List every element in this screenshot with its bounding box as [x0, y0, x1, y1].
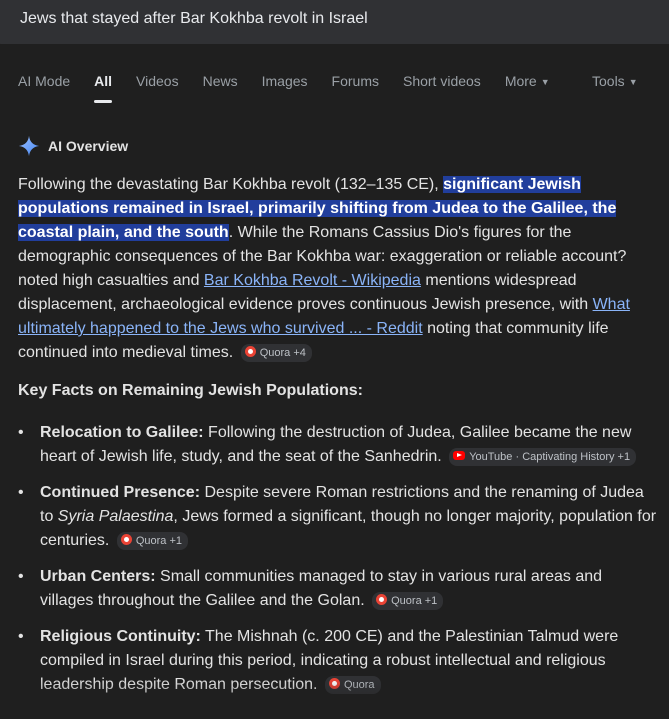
list-item: Relocation to Galilee: Following the des…: [18, 421, 658, 469]
source-chip-label: YouTube · Captivating History +1: [469, 451, 631, 463]
tab-more[interactable]: More ▼: [505, 73, 550, 103]
search-query[interactable]: Jews that stayed after Bar Kokhba revolt…: [20, 10, 368, 28]
key-facts-list: Relocation to Galilee: Following the des…: [18, 421, 658, 709]
source-chip-label: Quora +1: [135, 535, 182, 547]
tab-images[interactable]: Images: [262, 73, 308, 103]
wikipedia-link[interactable]: Bar Kokhba Revolt - Wikipedia: [204, 272, 421, 289]
quora-icon: [120, 534, 132, 545]
fact-heading: Continued Presence:: [40, 484, 201, 501]
ai-overview-summary: Following the devastating Bar Kokhba rev…: [18, 173, 658, 365]
quora-icon: [244, 346, 256, 357]
source-chip[interactable]: Quora +1: [116, 532, 188, 550]
tools-button[interactable]: Tools ▼: [592, 73, 638, 89]
tools-label: Tools: [592, 73, 625, 89]
chevron-down-icon: ▼: [628, 77, 638, 88]
youtube-icon: [453, 451, 466, 460]
source-chip[interactable]: Quora +4: [240, 344, 312, 362]
ai-overview-label: AI Overview: [48, 138, 129, 154]
fact-italic: Syria Palaestina: [57, 508, 174, 525]
list-item: Continued Presence: Despite severe Roman…: [18, 481, 658, 553]
tab-news[interactable]: News: [203, 73, 238, 103]
ai-overview-header: AI Overview: [18, 135, 128, 157]
source-chip[interactable]: Quora +1: [372, 592, 444, 610]
chevron-down-icon: ▼: [540, 77, 550, 88]
source-chip-label: Quora +4: [259, 347, 306, 359]
quora-icon: [328, 678, 340, 689]
tab-forums[interactable]: Forums: [332, 73, 379, 103]
quora-icon: [376, 594, 388, 605]
source-chip-label: Quora: [343, 679, 375, 691]
tab-all[interactable]: All: [94, 73, 112, 103]
list-item: Urban Centers: Small communities managed…: [18, 565, 658, 613]
source-chip[interactable]: Quora: [324, 676, 381, 694]
fact-heading: Urban Centers:: [40, 568, 156, 585]
tab-videos[interactable]: Videos: [136, 73, 179, 103]
search-tabs: AI Mode All Videos News Images Forums Sh…: [18, 73, 574, 103]
source-chip[interactable]: YouTube · Captivating History +1: [449, 448, 637, 466]
list-item: Religious Continuity: The Mishnah (c. 20…: [18, 625, 658, 697]
fact-heading: Relocation to Galilee:: [40, 424, 204, 441]
tab-ai-mode[interactable]: AI Mode: [18, 73, 70, 103]
gemini-sparkle-icon: [18, 135, 40, 157]
fact-heading: Religious Continuity:: [40, 628, 201, 645]
tab-short-videos[interactable]: Short videos: [403, 73, 481, 103]
search-bar[interactable]: Jews that stayed after Bar Kokhba revolt…: [0, 0, 669, 44]
tab-more-label: More: [504, 73, 537, 89]
source-chip-label: Quora +1: [391, 595, 438, 607]
key-facts-title: Key Facts on Remaining Jewish Population…: [18, 382, 363, 399]
summary-text-1: Following the devastating Bar Kokhba rev…: [18, 176, 439, 193]
